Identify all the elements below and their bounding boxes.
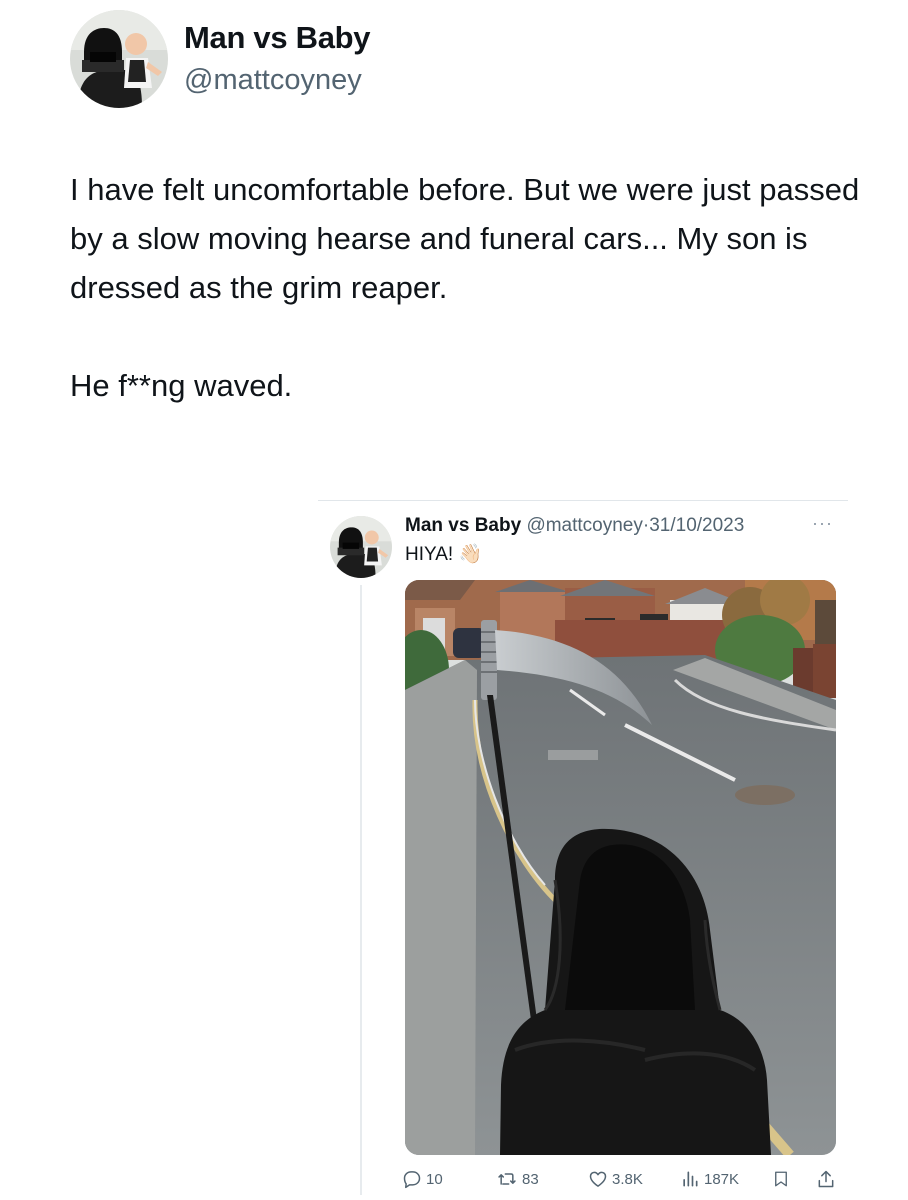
like-button[interactable]: 3.8K [588,1164,643,1194]
thread-line [360,585,362,1195]
avatar-image [330,516,392,578]
views-button[interactable]: 187K [680,1164,739,1194]
tweet-text: I have felt uncomfortable before. But we… [70,165,870,410]
like-icon [589,1171,607,1187]
bookmark-icon [775,1171,787,1187]
quoted-author-name[interactable]: Man vs Baby [405,515,521,536]
repost-button[interactable]: 83 [496,1164,539,1194]
views-count: 187K [704,1170,740,1188]
like-count: 3.8K [612,1170,643,1188]
reply-icon [403,1171,421,1189]
tweet-action-bar: 10 83 3.8K 187K [402,1164,842,1194]
repost-count: 83 [522,1170,539,1188]
more-horizontal-icon[interactable]: ··· [812,513,833,534]
author-name[interactable]: Man vs Baby [184,20,371,56]
avatar-image [70,10,168,108]
tweet-photo[interactable] [405,580,836,1155]
repost-icon [498,1173,516,1185]
quoted-author-handle[interactable]: @mattcoyney [526,515,642,536]
tweet-text-paragraph: I have felt uncomfortable before. But we… [70,172,860,305]
grim-reaper-child-photo [405,580,836,1155]
tweet-text-paragraph: He f**ng waved. [70,368,293,403]
quoted-tweet-text: HIYA! 👋🏻 [405,544,483,565]
divider [318,500,848,501]
quoted-tweet-header: Man vs Baby @mattcoyney·31/10/2023 [405,515,744,537]
tweet-date[interactable]: 31/10/2023 [649,515,744,536]
author-avatar[interactable] [70,10,168,108]
author-handle[interactable]: @mattcoyney [184,64,362,97]
quoted-author-avatar[interactable] [330,516,392,578]
reply-count: 10 [426,1170,443,1188]
bookmark-button[interactable] [772,1164,790,1194]
reply-button[interactable]: 10 [402,1164,443,1194]
share-icon [818,1170,834,1188]
share-button[interactable] [816,1164,836,1194]
views-icon [683,1171,698,1187]
